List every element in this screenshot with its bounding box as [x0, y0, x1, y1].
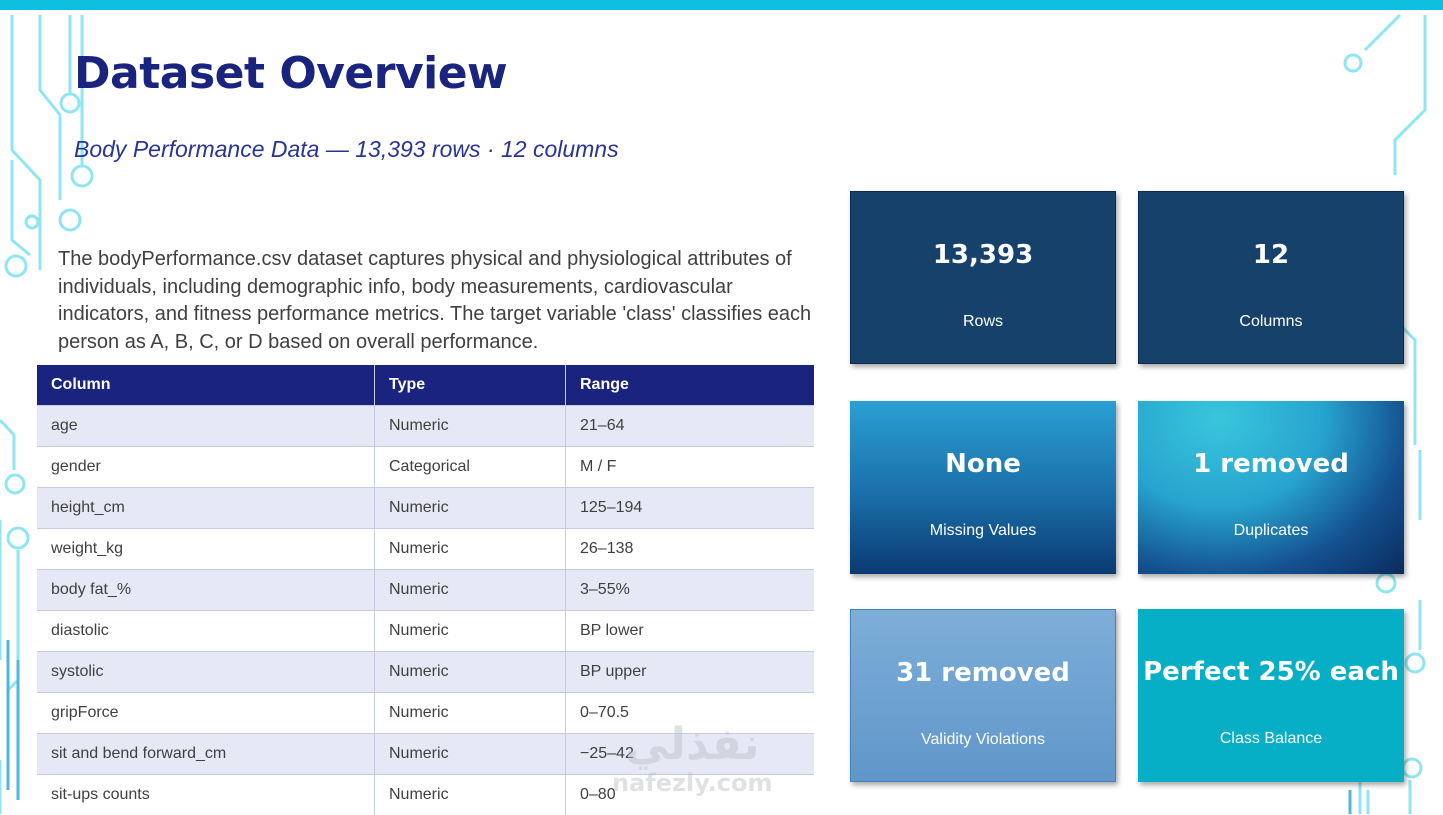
stat-card-columns: 12 Columns — [1138, 191, 1404, 364]
cell-range: 21–64 — [566, 406, 815, 447]
stat-value: 1 removed — [1138, 449, 1404, 479]
stat-card-validity-violations: 31 removed Validity Violations — [850, 609, 1116, 782]
cell-type: Numeric — [375, 488, 566, 529]
cell-type: Numeric — [375, 570, 566, 611]
header-column: Column — [37, 365, 375, 406]
dataset-description: The bodyPerformance.csv dataset captures… — [58, 246, 818, 356]
cell-type: Categorical — [375, 447, 566, 488]
stat-card-class-balance: Perfect 25% each Class Balance — [1138, 609, 1404, 782]
cell-column: height_cm — [37, 488, 375, 529]
stat-value: 12 — [1139, 240, 1403, 270]
header-type: Type — [375, 365, 566, 406]
watermark: نفذلي nafezly.com — [612, 720, 772, 796]
table-row: weight_kg Numeric 26–138 — [37, 529, 814, 570]
cell-type: Numeric — [375, 775, 566, 815]
cell-type: Numeric — [375, 406, 566, 447]
cell-type: Numeric — [375, 693, 566, 734]
stat-value: Perfect 25% each — [1138, 657, 1404, 687]
cell-type: Numeric — [375, 734, 566, 775]
cell-column: body fat_% — [37, 570, 375, 611]
table-row: age Numeric 21–64 — [37, 406, 814, 447]
cell-range: 3–55% — [566, 570, 815, 611]
cell-column: sit and bend forward_cm — [37, 734, 375, 775]
header-range: Range — [566, 365, 815, 406]
table-header-row: Column Type Range — [37, 365, 814, 406]
stat-label: Class Balance — [1138, 730, 1404, 748]
cell-type: Numeric — [375, 611, 566, 652]
cell-column: age — [37, 406, 375, 447]
table-row: systolic Numeric BP upper — [37, 652, 814, 693]
cell-range: 26–138 — [566, 529, 815, 570]
top-accent-bar — [0, 0, 1443, 10]
cell-column: weight_kg — [37, 529, 375, 570]
cell-range: 125–194 — [566, 488, 815, 529]
cell-range: BP upper — [566, 652, 815, 693]
table-row: height_cm Numeric 125–194 — [37, 488, 814, 529]
cell-type: Numeric — [375, 652, 566, 693]
cell-type: Numeric — [375, 529, 566, 570]
stat-card-duplicates: 1 removed Duplicates — [1138, 401, 1404, 574]
page-subtitle: Body Performance Data — 13,393 rows · 12… — [74, 136, 619, 163]
cell-column: sit-ups counts — [37, 775, 375, 815]
cell-column: gender — [37, 447, 375, 488]
cell-column: systolic — [37, 652, 375, 693]
cell-range: BP lower — [566, 611, 815, 652]
watermark-latin: nafezly.com — [612, 770, 772, 796]
cell-column: diastolic — [37, 611, 375, 652]
stat-card-rows: 13,393 Rows — [850, 191, 1116, 364]
stat-label: Validity Violations — [851, 731, 1115, 749]
table-row: diastolic Numeric BP lower — [37, 611, 814, 652]
stat-value: 31 removed — [851, 658, 1115, 688]
stat-label: Missing Values — [850, 522, 1116, 540]
page-title: Dataset Overview — [74, 48, 507, 99]
stat-value: None — [850, 449, 1116, 479]
stat-value: 13,393 — [851, 240, 1115, 270]
stat-label: Rows — [851, 313, 1115, 331]
stat-card-missing-values: None Missing Values — [850, 401, 1116, 574]
cell-column: gripForce — [37, 693, 375, 734]
stat-label: Duplicates — [1138, 522, 1404, 540]
stat-label: Columns — [1139, 313, 1403, 331]
watermark-arabic: نفذلي — [612, 720, 772, 770]
table-row: gender Categorical M / F — [37, 447, 814, 488]
table-row: body fat_% Numeric 3–55% — [37, 570, 814, 611]
cell-range: M / F — [566, 447, 815, 488]
